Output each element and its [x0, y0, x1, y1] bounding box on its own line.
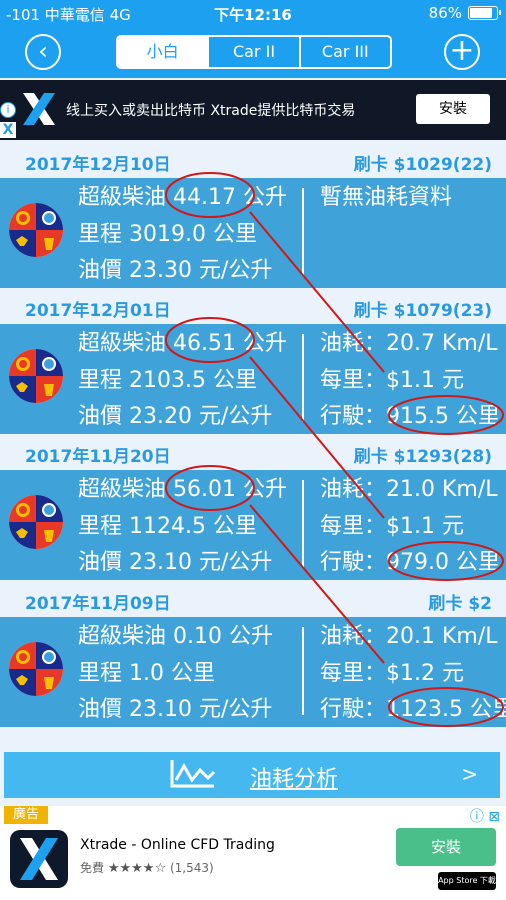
entry-efficiency: 暫無油耗資料	[320, 185, 453, 210]
ad-app-title: Xtrade - Online CFD Trading	[80, 837, 275, 853]
ad-info-icon[interactable]: ⓘ	[470, 809, 484, 825]
entry-payment: 刷卡 $2	[428, 594, 492, 614]
chevron-right-icon: >	[461, 762, 478, 786]
entry-distance: 行駛：979.0 公里	[320, 550, 500, 575]
add-icon[interactable]: +	[444, 34, 480, 70]
list-item[interactable]: 超級柴油 44.17 公升 里程 3019.0 公里 油價 23.30 元/公升…	[0, 178, 506, 288]
entry-date: 2017年11月09日	[25, 594, 171, 614]
entry-cost-per-km: 每里：$1.1 元	[320, 513, 464, 539]
entry-fuel: 超級柴油 56.01 公升	[78, 477, 287, 502]
list-item[interactable]: 超級柴油 0.10 公升 里程 1.0 公里 油價 23.10 元/公升 油耗：…	[0, 617, 506, 727]
entry-distance: 行駛：1123.5 公里	[320, 697, 506, 722]
ad-banner-bottom[interactable]: 廣告 ⓘ ⊠ Xtrade - Online CFD Trading 免費 ★★…	[0, 806, 506, 900]
entry-divider	[302, 188, 304, 276]
entry-payment: 刷卡 $1293(28)	[353, 447, 492, 467]
entry-header: 2017年11月20日 刷卡 $1293(28)	[0, 434, 506, 470]
line-chart-icon	[170, 760, 216, 788]
ad-close-icon[interactable]: ⊠	[488, 809, 500, 825]
entry-divider	[302, 334, 304, 422]
entry-efficiency: 油耗：20.1 Km/L	[320, 624, 498, 649]
entry-divider	[302, 627, 304, 715]
emblem-icon	[9, 642, 63, 696]
entry-date: 2017年12月01日	[25, 301, 171, 321]
tab-car-2[interactable]: Car II	[209, 37, 301, 67]
entry-payment: 刷卡 $1029(22)	[353, 155, 492, 175]
tab-car-1[interactable]: 小白	[118, 37, 210, 67]
entry-header: 2017年12月10日 刷卡 $1029(22)	[0, 142, 506, 178]
ad-close-icon[interactable]: X	[0, 122, 16, 138]
emblem-icon	[9, 495, 63, 549]
entry-date: 2017年11月20日	[25, 447, 171, 467]
ad-install-button[interactable]: 安裝	[416, 94, 490, 124]
tab-car-3[interactable]: Car III	[301, 37, 390, 67]
entry-cost-per-km: 每里：$1.1 元	[320, 367, 464, 393]
entry-fuel: 超級柴油 44.17 公升	[78, 185, 287, 210]
entry-cost-per-km: 每里：$1.2 元	[320, 660, 464, 686]
ad-tag: 廣告	[4, 806, 48, 824]
fuel-analysis-label: 油耗分析	[250, 767, 339, 792]
entry-date: 2017年12月10日	[25, 155, 171, 175]
entry-fuel: 超級柴油 0.10 公升	[78, 624, 273, 649]
entry-fuel: 超級柴油 46.51 公升	[78, 331, 287, 356]
status-bar: -101 中華電信 4G 下午12:16 86%	[0, 0, 506, 26]
entry-mileage: 里程 1124.5 公里	[78, 513, 257, 539]
entry-distance: 行駛：915.5 公里	[320, 404, 500, 429]
entry-price: 油價 23.10 元/公升	[78, 697, 273, 722]
car-segmented-control: 小白 Car II Car III	[116, 35, 392, 69]
ad-rating-stars: ★★★★☆	[107, 861, 167, 876]
app-store-badge[interactable]: App Store 下載	[438, 872, 496, 890]
xtrade-logo-icon	[23, 93, 55, 125]
ad-price: 免費	[80, 861, 105, 875]
fuel-analysis-button[interactable]: 油耗分析 >	[4, 752, 500, 798]
entry-price: 油價 23.30 元/公升	[78, 258, 273, 283]
entry-header: 2017年11月09日 刷卡 $2	[0, 581, 506, 617]
entry-header: 2017年12月01日 刷卡 $1079(23)	[0, 288, 506, 324]
entry-divider	[302, 480, 304, 568]
entry-mileage: 里程 3019.0 公里	[78, 221, 257, 247]
entry-mileage: 里程 1.0 公里	[78, 660, 215, 686]
entry-efficiency: 油耗：20.7 Km/L	[320, 331, 498, 356]
ad-rating-count: (1,543)	[169, 861, 214, 875]
ad-text: 线上买入或卖出比特币 Xtrade提供比特币交易	[66, 103, 356, 119]
back-icon[interactable]: ‹	[25, 34, 61, 70]
battery-icon	[468, 6, 501, 20]
xtrade-logo-icon	[10, 830, 68, 888]
nav-bar: ‹ 小白 Car II Car III +	[0, 26, 506, 78]
entry-mileage: 里程 2103.5 公里	[78, 367, 257, 393]
ad-install-button[interactable]: 安裝	[396, 828, 496, 866]
list-item[interactable]: 超級柴油 46.51 公升 里程 2103.5 公里 油價 23.20 元/公升…	[0, 324, 506, 434]
entry-payment: 刷卡 $1079(23)	[353, 301, 492, 321]
entry-efficiency: 油耗：21.0 Km/L	[320, 477, 498, 502]
entry-price: 油價 23.20 元/公升	[78, 404, 273, 429]
battery-percent: 86%	[428, 4, 462, 22]
emblem-icon	[9, 203, 63, 257]
list-item[interactable]: 超級柴油 56.01 公升 里程 1124.5 公里 油價 23.10 元/公升…	[0, 470, 506, 580]
ad-banner-top[interactable]: i X 线上买入或卖出比特币 Xtrade提供比特币交易 安裝	[0, 80, 506, 140]
ad-info-icon[interactable]: i	[0, 102, 16, 118]
emblem-icon	[9, 349, 63, 403]
entry-price: 油價 23.10 元/公升	[78, 550, 273, 575]
